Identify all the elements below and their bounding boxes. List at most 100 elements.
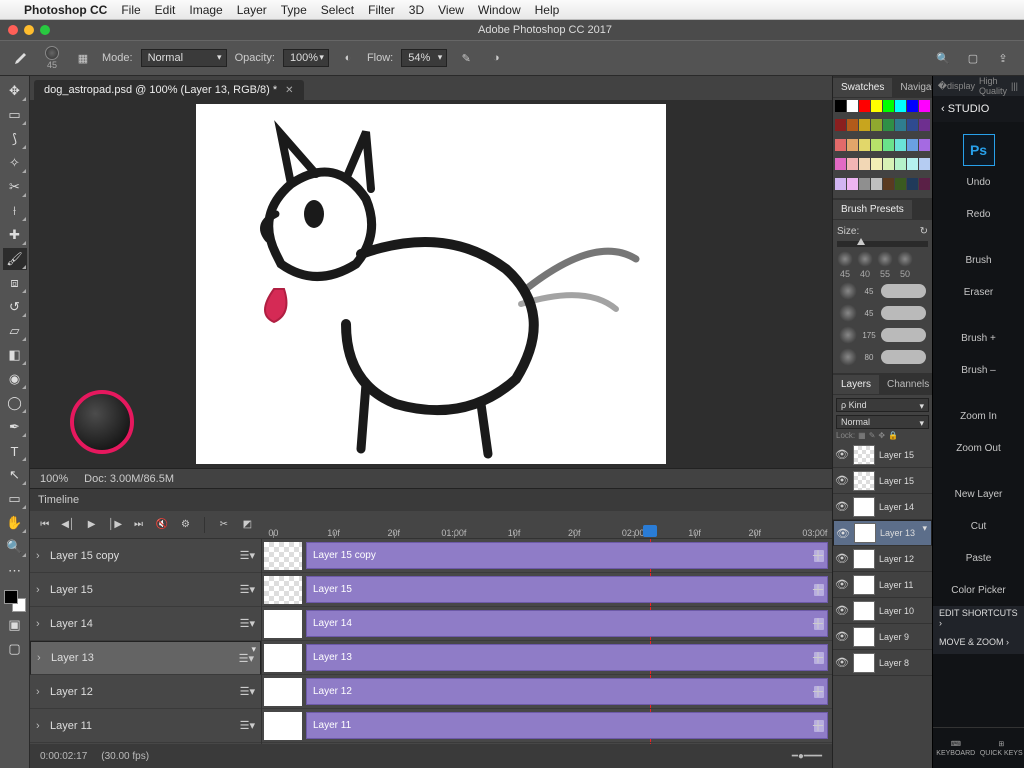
swatch[interactable] xyxy=(859,139,870,151)
swatch[interactable] xyxy=(919,178,930,190)
swatch[interactable] xyxy=(883,119,894,131)
tool-eraser[interactable]: ▱ xyxy=(3,320,27,342)
layer-row[interactable]: 👁Layer 10 xyxy=(833,598,932,624)
quick-mask-icon[interactable]: ▣ xyxy=(3,614,27,636)
swatch[interactable] xyxy=(835,119,846,131)
add-clip-icon[interactable]: ＋ xyxy=(810,548,826,564)
brush-tool-icon[interactable] xyxy=(10,47,32,69)
timeline-layer-row[interactable]: ›Layer 13☰▾ xyxy=(30,641,261,675)
layer-thumbnail[interactable] xyxy=(853,601,875,621)
tool-history-brush[interactable]: ↺ xyxy=(3,296,27,318)
menu-3d[interactable]: 3D xyxy=(409,3,424,17)
expand-icon[interactable]: › xyxy=(36,584,44,596)
astropad-move-zoom[interactable]: MOVE & ZOOM › xyxy=(933,630,1024,654)
flow-input[interactable]: 54% xyxy=(401,49,447,67)
menu-file[interactable]: File xyxy=(121,3,140,17)
maximize-icon[interactable] xyxy=(40,25,50,35)
layer-row[interactable]: 👁Layer 14 xyxy=(833,494,932,520)
timeline-clip[interactable]: Layer 13 xyxy=(306,644,828,671)
swatch[interactable] xyxy=(871,100,882,112)
expand-icon[interactable]: › xyxy=(36,720,44,732)
tool-path[interactable]: ↖ xyxy=(3,464,27,486)
swatch[interactable] xyxy=(871,158,882,170)
swatch[interactable] xyxy=(871,119,882,131)
astropad-shortcut[interactable]: Eraser xyxy=(933,276,1024,308)
astropad-shortcut[interactable]: Paste xyxy=(933,542,1024,574)
swatch[interactable] xyxy=(895,119,906,131)
playhead-marker[interactable] xyxy=(643,525,657,537)
layer-row[interactable]: 👁Layer 8 xyxy=(833,650,932,676)
expand-icon[interactable]: › xyxy=(37,652,45,664)
timeline-ruler[interactable]: 0010f20f01:00f10f20f02:00f10f20f03:00f xyxy=(262,511,832,539)
tool-dodge[interactable]: ◯ xyxy=(3,392,27,414)
timeline-layer-row[interactable]: ›Layer 15☰▾ xyxy=(30,573,261,607)
tool-marquee[interactable]: ▭ xyxy=(3,104,27,126)
timeline-track[interactable]: Layer 12＋ xyxy=(262,675,832,709)
framerate[interactable]: (30.00 fps) xyxy=(101,751,149,762)
visibility-icon[interactable]: 👁 xyxy=(835,500,849,513)
swatch[interactable] xyxy=(907,158,918,170)
close-tab-icon[interactable]: ✕ xyxy=(285,85,293,96)
timeline-track[interactable]: Layer 15＋ xyxy=(262,573,832,607)
tool-brush[interactable]: 🖌 xyxy=(3,248,27,270)
tool-zoom[interactable]: 🔍 xyxy=(3,536,27,558)
minimize-icon[interactable] xyxy=(24,25,34,35)
document-tab[interactable]: dog_astropad.psd @ 100% (Layer 13, RGB/8… xyxy=(34,80,304,100)
timeline-track[interactable]: Layer 15 copy＋ xyxy=(262,539,832,573)
brush-stroke-preset[interactable]: 80 xyxy=(839,347,926,367)
astropad-keyboard-button[interactable]: ⌨KEYBOARD xyxy=(933,728,979,768)
add-clip-icon[interactable]: ＋ xyxy=(810,650,826,666)
layer-row[interactable]: 👁Layer 9 xyxy=(833,624,932,650)
tool-blur[interactable]: ◉ xyxy=(3,368,27,390)
tool-heal[interactable]: ✚ xyxy=(3,224,27,246)
astropad-shortcut[interactable]: Zoom In xyxy=(933,400,1024,432)
pressure-size-icon[interactable]: ◑ xyxy=(485,47,507,69)
search-icon[interactable]: 🔍 xyxy=(932,47,954,69)
tool-type[interactable]: T xyxy=(3,440,27,462)
astropad-shortcut[interactable]: Redo xyxy=(933,198,1024,230)
astropad-edit-shortcuts[interactable]: EDIT SHORTCUTS › xyxy=(933,606,1024,630)
swatch[interactable] xyxy=(919,100,930,112)
layer-row[interactable]: 👁Layer 15 xyxy=(833,442,932,468)
timeline-clip[interactable]: Layer 15 copy xyxy=(306,542,828,569)
visibility-icon[interactable]: 👁 xyxy=(835,630,849,643)
row-options-icon[interactable]: ☰▾ xyxy=(240,719,255,732)
layer-thumbnail[interactable] xyxy=(853,471,875,491)
layer-thumbnail[interactable] xyxy=(853,549,875,569)
layer-row[interactable]: 👁Layer 15 xyxy=(833,468,932,494)
layer-thumbnail[interactable] xyxy=(853,497,875,517)
timeline-clip[interactable]: Layer 12 xyxy=(306,678,828,705)
swatch[interactable] xyxy=(847,178,858,190)
menu-view[interactable]: View xyxy=(438,3,464,17)
menu-image[interactable]: Image xyxy=(189,3,222,17)
prev-frame-icon[interactable]: ◀│ xyxy=(59,516,76,534)
tool-wand[interactable]: ✧ xyxy=(3,152,27,174)
tab-swatches[interactable]: Swatches xyxy=(833,78,892,97)
timeline-track[interactable]: Layer 10＋ xyxy=(262,743,832,744)
tool-hand[interactable]: ✋ xyxy=(3,512,27,534)
layer-thumbnail[interactable] xyxy=(853,575,875,595)
pressure-opacity-icon[interactable]: ◐ xyxy=(337,47,359,69)
transition-icon[interactable]: ◩ xyxy=(239,516,256,534)
tool-lasso[interactable]: ⟆ xyxy=(3,128,27,150)
row-options-icon[interactable]: ☰▾ xyxy=(240,583,255,596)
swatch[interactable] xyxy=(835,158,846,170)
menu-layer[interactable]: Layer xyxy=(237,3,267,17)
swatch[interactable] xyxy=(907,119,918,131)
menu-edit[interactable]: Edit xyxy=(155,3,176,17)
swatch[interactable] xyxy=(835,178,846,190)
menu-select[interactable]: Select xyxy=(321,3,354,17)
add-clip-icon[interactable]: ＋ xyxy=(810,582,826,598)
row-options-icon[interactable]: ☰▾ xyxy=(239,652,254,665)
brush-preset[interactable]: 50 xyxy=(897,251,913,279)
doc-size[interactable]: Doc: 3.00M/86.5M xyxy=(84,473,174,485)
astropad-shortcut[interactable]: Brush xyxy=(933,244,1024,276)
reset-brush-icon[interactable]: ↻ xyxy=(920,226,928,237)
timeline-layer-row[interactable]: ›Layer 15 copy☰▾ xyxy=(30,539,261,573)
tool-move[interactable]: ✥ xyxy=(3,80,27,102)
brush-preset[interactable]: 40 xyxy=(857,251,873,279)
zoom-slider[interactable]: ━●━━━ xyxy=(792,751,822,762)
swatch[interactable] xyxy=(847,100,858,112)
last-frame-icon[interactable]: ⏭ xyxy=(130,516,147,534)
tool-stamp[interactable]: ⧈ xyxy=(3,272,27,294)
